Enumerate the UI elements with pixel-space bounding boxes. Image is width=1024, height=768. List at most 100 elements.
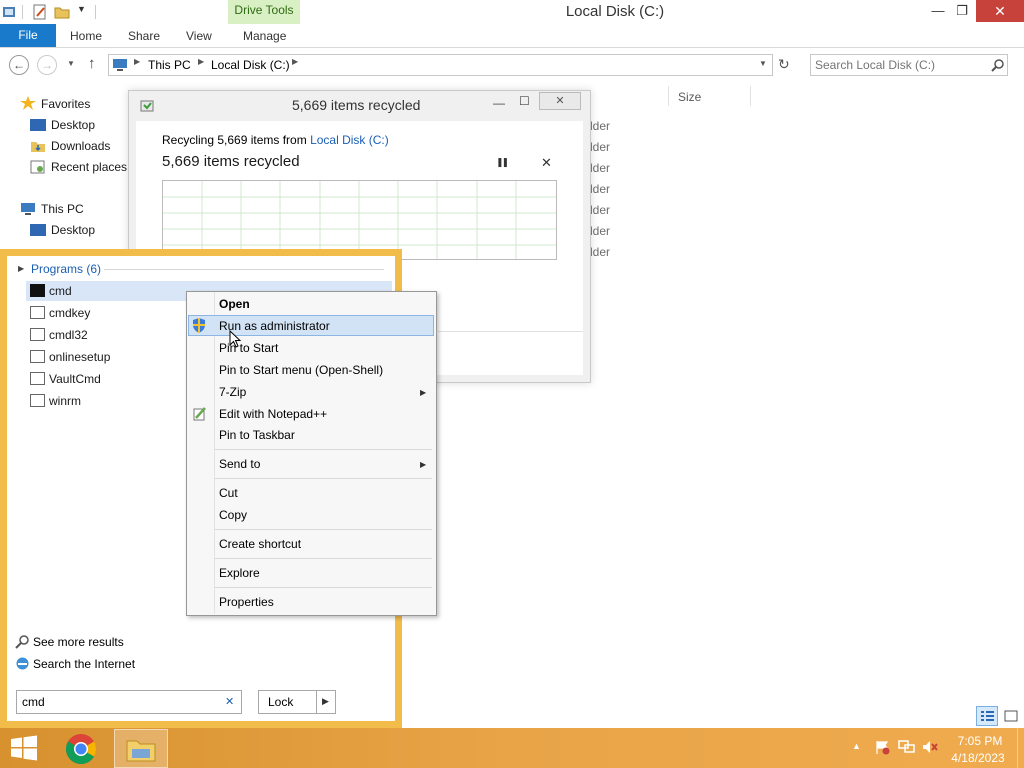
menu-item-create-shortcut[interactable]: Create shortcut <box>219 537 301 551</box>
clock-time[interactable]: 7:05 PM <box>955 734 1005 748</box>
drive-tools-contextual-tab[interactable]: Drive Tools <box>228 0 300 24</box>
tab-view[interactable]: View <box>186 29 212 43</box>
lock-label: Lock <box>268 695 294 709</box>
file-type-cell: lder <box>590 203 611 217</box>
menu-separator <box>214 449 432 450</box>
chrome-icon[interactable] <box>64 732 98 766</box>
new-folder-icon[interactable] <box>54 4 70 20</box>
nav-pc-desktop[interactable]: Desktop <box>51 223 95 237</box>
program-label: VaultCmd <box>49 372 101 386</box>
nav-desktop[interactable]: Desktop <box>51 118 95 132</box>
window-title: Local Disk (C:) <box>565 3 665 20</box>
breadcrumb-separator-icon[interactable]: ▶ <box>134 57 140 66</box>
cancel-button[interactable]: ✕ <box>541 155 552 171</box>
menu-item-7zip[interactable]: 7-Zip <box>219 385 246 399</box>
nav-favorites[interactable]: Favorites <box>41 97 90 111</box>
program-onlinesetup[interactable]: onlinesetup <box>26 347 191 367</box>
restore-button[interactable]: ❐ <box>948 0 976 22</box>
large-icons-view-icon <box>1004 710 1018 722</box>
show-hidden-icons-button[interactable]: ▲ <box>852 741 861 751</box>
progress-maximize-button[interactable]: ☐ <box>519 94 530 108</box>
program-vaultcmd[interactable]: VaultCmd <box>26 369 191 389</box>
search-internet-link[interactable]: Search the Internet <box>33 657 135 671</box>
network-icon[interactable] <box>898 739 916 755</box>
breadcrumb-this-pc[interactable]: This PC <box>148 58 191 72</box>
progress-status-prefix: Recycling 5,669 items from <box>162 133 311 147</box>
column-header-size[interactable]: Size <box>678 90 701 104</box>
progress-minimize-button[interactable]: — <box>493 96 505 110</box>
menu-item-edit-with-notepad[interactable]: Edit with Notepad++ <box>219 407 327 421</box>
program-winrm[interactable]: winrm <box>26 391 191 411</box>
tab-share[interactable]: Share <box>128 29 160 43</box>
power-options-arrow-icon[interactable]: ▶ <box>322 696 329 707</box>
clear-search-button[interactable]: ✕ <box>225 695 234 708</box>
menu-item-pin-to-taskbar[interactable]: Pin to Taskbar <box>219 428 295 442</box>
pause-button[interactable]: ❚❚ <box>496 157 509 168</box>
start-search-query[interactable]: cmd <box>22 695 45 709</box>
address-dropdown-icon[interactable]: ▼ <box>759 59 767 68</box>
up-arrow-icon[interactable]: ↑ <box>88 55 96 72</box>
search-input[interactable] <box>815 57 985 73</box>
programs-group-header[interactable]: Programs (6) <box>31 262 101 276</box>
menu-separator <box>214 529 432 530</box>
this-pc-icon <box>21 203 35 215</box>
nav-downloads[interactable]: Downloads <box>51 139 110 153</box>
large-icons-view-button[interactable] <box>1001 706 1021 726</box>
progress-status: Recycling 5,669 items from Local Disk (C… <box>162 133 389 147</box>
tab-home[interactable]: Home <box>70 29 102 43</box>
progress-source-link[interactable]: Local Disk (C:) <box>310 133 389 147</box>
menu-item-pin-to-start[interactable]: Pin to Start <box>219 341 278 355</box>
see-more-results-link[interactable]: See more results <box>33 635 124 649</box>
menu-item-pin-to-start-menu[interactable]: Pin to Start menu (Open-Shell) <box>219 363 383 377</box>
menu-separator <box>214 478 432 479</box>
breadcrumb-local-disk[interactable]: Local Disk (C:) <box>211 58 290 72</box>
lock-button[interactable]: Lock ▶ <box>258 690 336 714</box>
show-desktop-button[interactable] <box>1017 728 1024 768</box>
nav-recent-places[interactable]: Recent places <box>51 160 127 174</box>
progress-heading: 5,669 items recycled <box>162 153 300 170</box>
file-type-cell: lder <box>590 224 611 238</box>
tab-manage[interactable]: Manage <box>243 29 286 43</box>
file-type-cell: lder <box>590 140 611 154</box>
explorer-app-icon[interactable] <box>2 4 18 20</box>
recent-locations-dropdown-icon[interactable]: ▼ <box>67 59 75 68</box>
back-button[interactable]: ← <box>9 55 29 75</box>
magnifier-icon <box>15 635 29 649</box>
breadcrumb-separator-icon[interactable]: ▶ <box>292 57 298 66</box>
start-search-box[interactable]: cmd ✕ <box>16 690 242 714</box>
close-button[interactable]: ✕ <box>976 0 1024 22</box>
nav-this-pc[interactable]: This PC <box>41 202 84 216</box>
refresh-icon[interactable]: ↻ <box>778 56 790 73</box>
uac-shield-icon <box>193 318 205 333</box>
details-view-button[interactable] <box>976 706 998 726</box>
expand-arrow-icon[interactable]: ▶ <box>18 264 24 273</box>
search-box[interactable] <box>810 54 1008 76</box>
forward-button[interactable]: → <box>37 55 57 75</box>
clock-date[interactable]: 4/18/2023 <box>948 751 1008 765</box>
address-bar[interactable]: ▶ This PC ▶ Local Disk (C:) ▶ ▼ <box>108 54 773 76</box>
menu-item-properties[interactable]: Properties <box>219 595 274 609</box>
program-cmdkey[interactable]: cmdkey <box>26 303 191 323</box>
search-icon[interactable] <box>991 58 1005 72</box>
menu-item-copy[interactable]: Copy <box>219 508 247 522</box>
program-cmdl32[interactable]: cmdl32 <box>26 325 191 345</box>
menu-item-send-to[interactable]: Send to <box>219 457 260 471</box>
progress-dialog-title: 5,669 items recycled <box>292 97 421 113</box>
properties-icon[interactable] <box>32 4 48 20</box>
file-explorer-taskbar-button[interactable] <box>114 729 168 768</box>
internet-explorer-icon <box>16 657 29 670</box>
start-icon[interactable] <box>10 735 38 761</box>
menu-item-cut[interactable]: Cut <box>219 486 238 500</box>
progress-close-button[interactable]: ✕ <box>539 92 581 110</box>
qat-divider <box>95 5 96 19</box>
volume-muted-icon[interactable] <box>922 739 938 755</box>
tab-file[interactable]: File <box>0 24 56 47</box>
file-type-cell: lder <box>590 182 611 196</box>
menu-item-explore[interactable]: Explore <box>219 566 260 580</box>
desktop-icon <box>30 224 46 236</box>
action-center-flag-icon[interactable] <box>874 739 890 755</box>
menu-item-open[interactable]: Open <box>219 297 250 311</box>
qat-dropdown-icon[interactable]: ▼ <box>77 4 86 14</box>
recycle-bin-icon <box>140 100 154 112</box>
breadcrumb-separator-icon[interactable]: ▶ <box>198 57 204 66</box>
